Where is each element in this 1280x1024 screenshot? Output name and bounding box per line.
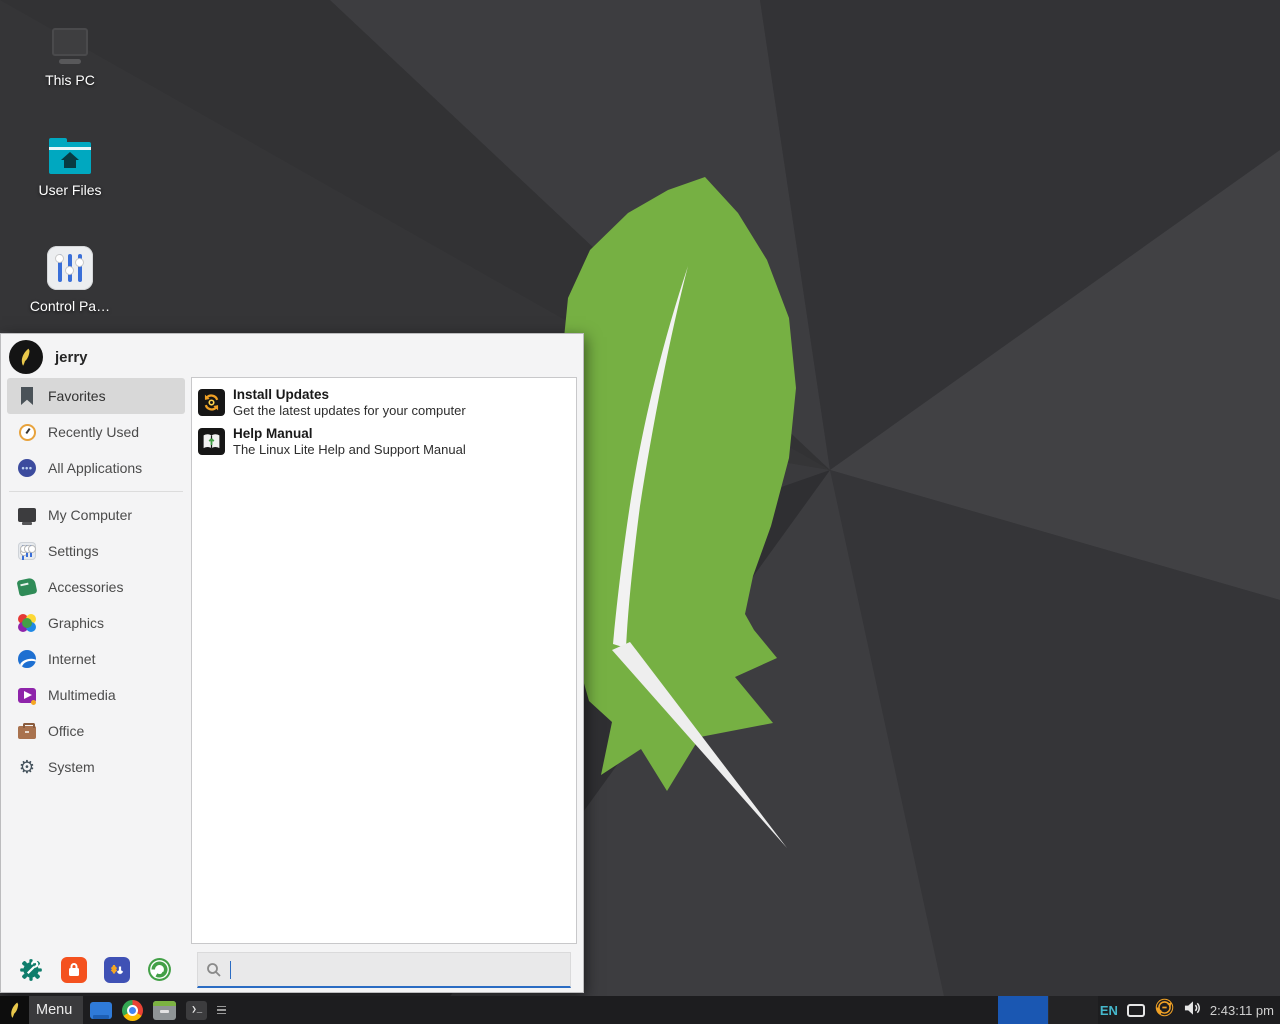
menu-button-label: Menu bbox=[29, 996, 83, 1024]
whisker-menu: jerry Favorites Recently Used ••• All Ap… bbox=[0, 333, 584, 993]
briefcase-icon bbox=[17, 721, 37, 741]
menu-button[interactable]: Menu bbox=[0, 996, 83, 1024]
app-title: Help Manual bbox=[233, 425, 466, 442]
file-manager-icon[interactable] bbox=[90, 1002, 112, 1019]
sidebar-item-internet[interactable]: Internet bbox=[7, 641, 185, 677]
taskbar: Menu ❯_ EN bbox=[0, 996, 1280, 1024]
help-manual-icon bbox=[198, 428, 225, 455]
app-description: Get the latest updates for your computer bbox=[233, 403, 466, 419]
workspace-2[interactable] bbox=[1048, 996, 1098, 1024]
switch-user-icon[interactable] bbox=[103, 956, 130, 983]
sidebar-item-office[interactable]: Office bbox=[7, 713, 185, 749]
menu-header: jerry bbox=[9, 339, 88, 375]
keyboard-layout-indicator[interactable]: EN bbox=[1100, 1003, 1118, 1018]
desktop-icon-label: Control Pa… bbox=[8, 298, 132, 314]
settings-manager-icon[interactable] bbox=[17, 956, 44, 983]
globe-icon bbox=[17, 649, 37, 669]
workspace-1[interactable] bbox=[998, 996, 1048, 1024]
clock[interactable]: 2:43:11 pm bbox=[1210, 1003, 1274, 1018]
linux-lite-feather-icon bbox=[0, 996, 29, 1024]
display-icon[interactable] bbox=[1127, 1004, 1145, 1017]
quit-icon[interactable] bbox=[146, 956, 173, 983]
sidebar-separator bbox=[9, 491, 183, 492]
menu-search[interactable] bbox=[197, 952, 571, 988]
menu-actions bbox=[17, 956, 173, 983]
control-panel-icon bbox=[47, 246, 93, 290]
apps-grid-icon: ••• bbox=[17, 458, 37, 478]
taskbar-launchers: ❯_ bbox=[90, 1000, 226, 1021]
username: jerry bbox=[55, 349, 88, 366]
user-avatar[interactable] bbox=[9, 340, 43, 374]
desktop-icon-control-panel[interactable]: Control Pa… bbox=[8, 246, 132, 314]
volume-icon[interactable] bbox=[1184, 1000, 1201, 1021]
sidebar-item-system[interactable]: ⚙ System bbox=[7, 749, 185, 785]
sidebar-item-my-computer[interactable]: My Computer bbox=[7, 497, 185, 533]
system-tray: EN 2:43:11 pm bbox=[1100, 996, 1274, 1024]
desktop-icon-label: This PC bbox=[8, 72, 132, 88]
chrome-browser-icon[interactable] bbox=[122, 1000, 143, 1021]
app-item-help-manual[interactable]: Help Manual The Linux Lite Help and Supp… bbox=[196, 422, 572, 461]
updates-available-icon[interactable] bbox=[1154, 997, 1175, 1023]
app-description: The Linux Lite Help and Support Manual bbox=[233, 442, 466, 458]
clock-icon bbox=[17, 422, 37, 442]
play-media-icon bbox=[17, 685, 37, 705]
sidebar-item-settings[interactable]: Settings bbox=[7, 533, 185, 569]
sidebar-item-favorites[interactable]: Favorites bbox=[7, 378, 185, 414]
desktop: This PC User Files Control Pa… jerry bbox=[0, 0, 1280, 1024]
menu-sidebar: Favorites Recently Used ••• All Applicat… bbox=[7, 378, 185, 785]
sidebar-item-multimedia[interactable]: Multimedia bbox=[7, 677, 185, 713]
sliders-icon bbox=[17, 541, 37, 561]
monitor-icon bbox=[17, 505, 37, 525]
sidebar-item-accessories[interactable]: Accessories bbox=[7, 569, 185, 605]
sidebar-item-all-applications[interactable]: ••• All Applications bbox=[7, 450, 185, 486]
terminal-icon[interactable]: ❯_ bbox=[186, 1001, 207, 1020]
gear-icon: ⚙ bbox=[17, 757, 37, 777]
linux-lite-feather-icon bbox=[16, 347, 36, 367]
bookmark-icon bbox=[17, 386, 37, 406]
sidebar-item-graphics[interactable]: Graphics bbox=[7, 605, 185, 641]
app-title: Install Updates bbox=[233, 386, 466, 403]
menu-app-list: Install Updates Get the latest updates f… bbox=[191, 377, 577, 944]
workspace-switcher bbox=[998, 996, 1098, 1024]
lock-screen-icon[interactable] bbox=[60, 956, 87, 983]
file-cabinet-icon[interactable] bbox=[153, 1001, 176, 1020]
color-wheel-icon bbox=[17, 613, 37, 633]
sidebar-item-recently-used[interactable]: Recently Used bbox=[7, 414, 185, 450]
install-updates-icon bbox=[198, 389, 225, 416]
app-item-install-updates[interactable]: Install Updates Get the latest updates f… bbox=[196, 383, 572, 422]
desktop-icon-user-files[interactable]: User Files bbox=[8, 138, 132, 198]
utility-knife-icon bbox=[17, 577, 37, 597]
computer-icon bbox=[47, 28, 93, 64]
desktop-icon-this-pc[interactable]: This PC bbox=[8, 28, 132, 88]
desktop-icon-label: User Files bbox=[8, 182, 132, 198]
window-list-icon[interactable] bbox=[217, 1006, 226, 1015]
home-folder-icon bbox=[47, 138, 93, 174]
